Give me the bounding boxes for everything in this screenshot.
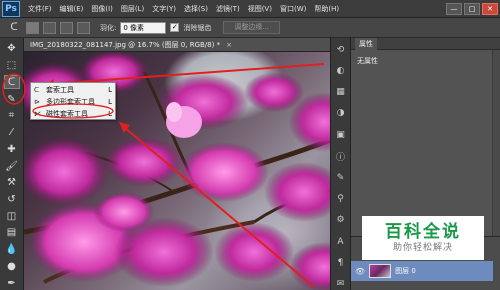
- document-tab[interactable]: IMG_20180322_081147.jpg @ 16.7% (图层 0, R…: [24, 38, 349, 52]
- menu-window[interactable]: 窗口(W): [276, 4, 310, 14]
- document-title: IMG_20180322_081147.jpg @ 16.7% (图层 0, R…: [30, 40, 221, 49]
- add-selection-button[interactable]: [43, 21, 56, 34]
- history-brush-icon[interactable]: ↺: [4, 193, 20, 207]
- close-button[interactable]: ✕: [482, 2, 498, 15]
- feather-input[interactable]: 0 像素: [120, 21, 167, 34]
- styles-panel-icon[interactable]: ▣: [335, 129, 347, 140]
- move-tool-icon[interactable]: ✥: [4, 42, 20, 56]
- adjustments-panel-icon[interactable]: ◑: [335, 108, 347, 119]
- close-document-icon[interactable]: ×: [226, 41, 232, 49]
- menu-bar: Ps 文件(F) 编辑(E) 图像(I) 图层(L) 文字(Y) 选择(S) 滤…: [0, 0, 500, 18]
- new-selection-button[interactable]: [26, 21, 39, 34]
- annotation-circle: [2, 73, 26, 105]
- menu-help[interactable]: 帮助(H): [310, 4, 343, 14]
- dodge-tool-icon[interactable]: ●: [4, 260, 20, 274]
- visibility-eye-icon[interactable]: 👁: [355, 267, 365, 276]
- properties-header: 属性: [351, 37, 500, 50]
- healing-tool-icon[interactable]: ✚: [4, 142, 20, 156]
- layer-name: 图层 0: [395, 267, 416, 275]
- brush-tool-icon[interactable]: 🖌: [4, 159, 20, 173]
- options-bar: ᑕ 羽化: 0 像素 ✓ 消除锯齿 调整边缘...: [0, 18, 500, 38]
- maximize-button[interactable]: □: [464, 2, 480, 15]
- crop-tool-icon[interactable]: ⌗: [4, 109, 20, 123]
- flyout-item-lasso[interactable]: ᑕ 套索工具 L: [31, 84, 115, 96]
- antialias-label: 消除锯齿: [183, 23, 212, 32]
- layer-row[interactable]: 👁 图层 0: [351, 261, 493, 281]
- swatches-panel-icon[interactable]: ▦: [335, 87, 347, 98]
- properties-body: [351, 68, 500, 236]
- stamp-tool-icon[interactable]: ⚒: [4, 176, 20, 190]
- menu-edit[interactable]: 编辑(E): [56, 4, 88, 14]
- eraser-tool-icon[interactable]: ◫: [4, 209, 20, 223]
- gradient-tool-icon[interactable]: ▤: [4, 226, 20, 240]
- antialias-checkbox[interactable]: ✓: [170, 23, 180, 32]
- annotation-ellipse: [32, 103, 114, 119]
- paragraph-panel-icon[interactable]: ¶: [335, 257, 347, 268]
- tool-presets-icon[interactable]: ⚙: [335, 215, 347, 226]
- watermark-title: 百科全说: [385, 222, 461, 242]
- menu-view[interactable]: 视图(V): [244, 4, 276, 14]
- watermark-subtitle: 助你轻松解决: [392, 243, 453, 253]
- menu-layer[interactable]: 图层(L): [117, 4, 148, 14]
- clone-source-icon[interactable]: ⚲: [335, 194, 347, 205]
- history-panel-icon[interactable]: ⟲: [335, 44, 347, 55]
- color-panel-icon[interactable]: ◐: [335, 65, 347, 76]
- intersect-selection-button[interactable]: [77, 21, 90, 34]
- brush-panel-icon[interactable]: ✎: [335, 172, 347, 183]
- lasso-preset-icon[interactable]: ᑕ: [6, 21, 22, 35]
- flyout-label: 套索工具: [46, 86, 74, 94]
- window-controls: — □ ✕: [446, 2, 500, 15]
- info-panel-icon[interactable]: ⓘ: [335, 150, 347, 163]
- panel-dock: ⟲ ◐ ▦ ◑ ▣ ⓘ ✎ ⚲ ⚙ A ¶ ✉: [330, 38, 350, 290]
- photoshop-logo: Ps: [2, 0, 20, 17]
- pen-tool-icon[interactable]: ✒: [4, 276, 20, 290]
- flyout-shortcut: L: [108, 86, 112, 94]
- notes-panel-icon[interactable]: ✉: [335, 279, 347, 290]
- menu-type[interactable]: 文字(Y): [148, 4, 180, 14]
- lasso-icon: ᑕ: [34, 86, 40, 94]
- blur-tool-icon[interactable]: 💧: [4, 243, 20, 257]
- watermark-logo: 百科全说 助你轻松解决: [362, 216, 484, 260]
- subtract-selection-button[interactable]: [60, 21, 73, 34]
- menu-file[interactable]: 文件(F): [24, 4, 56, 14]
- tab-properties[interactable]: 属性: [355, 37, 377, 50]
- menu-filter[interactable]: 滤镜(T): [212, 4, 244, 14]
- menu-select[interactable]: 选择(S): [180, 4, 212, 14]
- layer-thumbnail: [369, 264, 392, 278]
- menu-image[interactable]: 图像(I): [87, 4, 117, 14]
- eyedropper-tool-icon[interactable]: ⁄: [4, 126, 20, 140]
- character-panel-icon[interactable]: A: [335, 236, 347, 247]
- feather-label: 羽化:: [100, 23, 117, 32]
- minimize-button[interactable]: —: [446, 2, 462, 15]
- refine-edge-button[interactable]: 调整边缘...: [223, 21, 281, 34]
